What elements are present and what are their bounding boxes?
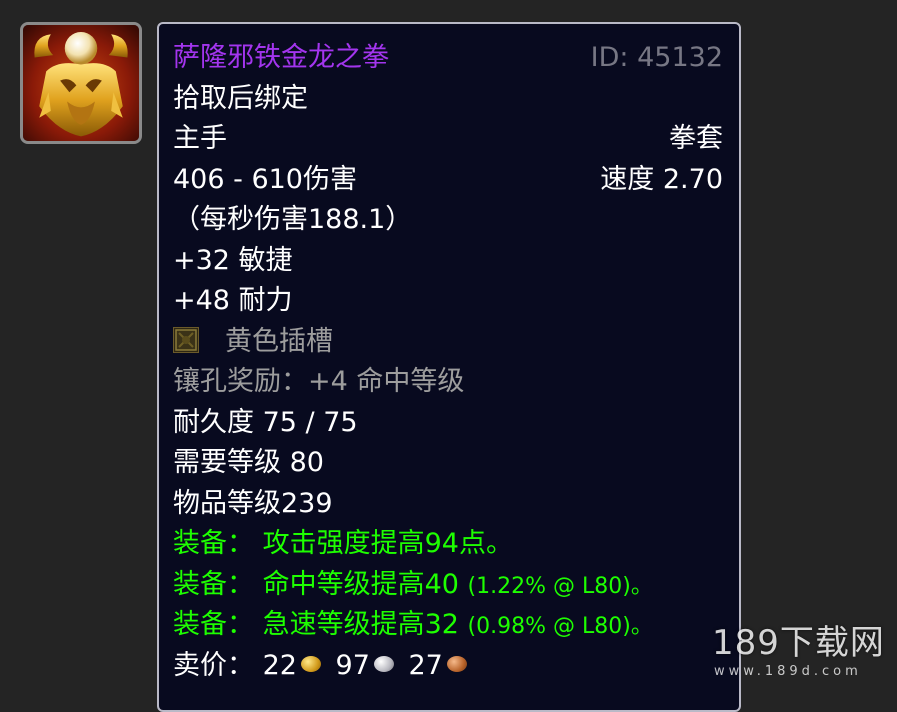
attack-speed: 速度 2.70 [600,163,723,195]
item-type: 拳套 [669,123,723,154]
socket-bonus: 镶孔奖励：+4 命中等级 [173,366,465,397]
equip-effect-detail: (0.98% @ L80)。 [467,614,653,639]
gold-coin-icon [300,655,321,672]
golden-dragon-fist-icon [23,25,139,141]
item-level: 物品等级239 [173,487,333,519]
binding-text: 拾取后绑定 [173,82,308,114]
copper-coin-icon [446,655,467,672]
required-level: 需要等级 80 [173,447,324,478]
socket-row: 黄色插槽 [173,322,725,363]
stat-stamina: +48 耐力 [173,285,293,316]
equip-effect: 装备： 攻击强度提高94点。 [173,524,725,565]
watermark-logo: 189下载网 [712,623,885,663]
item-icon[interactable] [20,22,142,144]
item-name-row: 萨隆邪铁金龙之拳 ID: 45132 [173,38,725,79]
equip-effect-text: 装备： 急速等级提高32 [173,609,468,640]
dps-text: （每秒伤害188.1） [173,204,413,235]
item-id: ID: 45132 [590,42,723,73]
sell-silver-amount: 97 [335,649,370,681]
watermark-url: www.189d.com [714,664,862,679]
equip-effect-text: 装备： 攻击强度提高94点。 [173,528,513,559]
silver-coin-icon [373,655,394,672]
item-name: 萨隆邪铁金龙之拳 [173,42,389,73]
sell-price-label: 卖价： [173,649,254,681]
yellow-socket-icon [173,326,199,353]
damage-row: 406 - 610伤害 速度 2.70 [173,160,725,201]
equip-effect-text: 装备： 命中等级提高40 [173,568,468,600]
equip-effect: 装备： 急速等级提高32 (0.98% @ L80)。 [173,605,725,646]
equip-effect: 装备： 命中等级提高40 (1.22% @ L80)。 [173,565,725,606]
sell-gold-amount: 22 [262,649,297,681]
item-slot: 主手 [173,123,227,154]
slot-row: 主手 拳套 [173,119,725,160]
item-tooltip: 萨隆邪铁金龙之拳 ID: 45132 拾取后绑定 主手 拳套 406 - 610… [157,22,741,712]
stat-agility: +32 敏捷 [173,244,293,276]
sell-price-row: 卖价： 22 97 27 [173,646,725,687]
equip-effect-detail: (1.22% @ L80)。 [467,573,653,599]
sell-copper-amount: 27 [408,649,443,681]
durability: 耐久度 75 / 75 [173,406,358,438]
socket-label: 黄色插槽 [225,325,333,357]
damage-range: 406 - 610伤害 [173,163,357,195]
